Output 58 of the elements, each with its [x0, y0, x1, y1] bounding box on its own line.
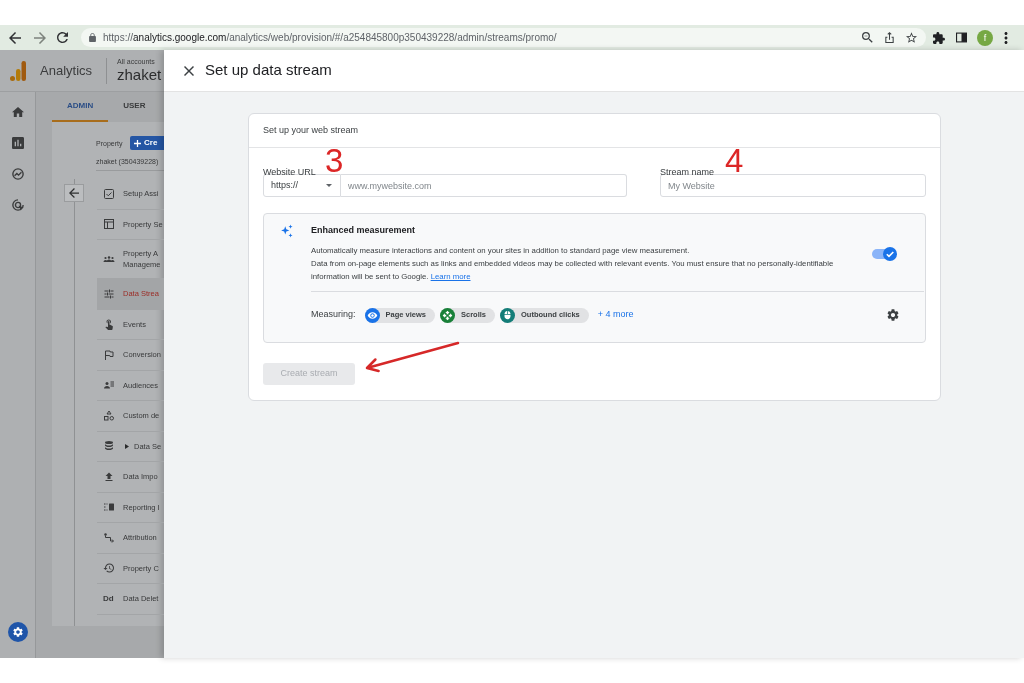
settings-icon[interactable]	[7, 622, 28, 642]
person-list-icon	[103, 379, 115, 392]
sliders-icon	[103, 287, 115, 300]
reload-icon[interactable]	[57, 32, 68, 43]
caret-right-icon[interactable]	[125, 443, 129, 449]
drawer-title: Set up data stream	[205, 60, 332, 81]
field-label: Stream name	[660, 167, 715, 177]
layout-icon	[103, 218, 115, 231]
product-name: Analytics	[40, 61, 93, 80]
check-icon	[883, 247, 897, 261]
lock-icon	[89, 33, 96, 42]
back-arrow-icon	[69, 188, 79, 198]
close-icon[interactable]	[184, 65, 194, 76]
bar-chart-icon[interactable]	[11, 137, 24, 149]
toggle-switch[interactable]	[872, 247, 897, 261]
history-icon	[103, 562, 115, 575]
route-icon	[103, 531, 115, 544]
database-icon	[103, 440, 115, 453]
flag-icon	[103, 348, 115, 361]
menu-icon[interactable]	[1004, 31, 1008, 44]
back-button[interactable]	[64, 184, 84, 202]
tab[interactable]: USER	[108, 92, 161, 122]
dashed-badge-icon	[103, 501, 115, 514]
card-heading: Set up your web stream	[263, 123, 359, 137]
field-label: Website URL	[263, 167, 316, 177]
url-text: https://analytics.google.com/analytics/web/provision/#/a254845800p350439228/admin/streams/promo/	[103, 31, 557, 44]
share-icon[interactable]	[884, 32, 895, 43]
settings-icon[interactable]	[887, 309, 899, 321]
create-property-button[interactable]: Cre	[130, 136, 164, 150]
back-icon[interactable]	[9, 31, 21, 44]
forward-icon[interactable]	[34, 31, 46, 44]
plus-icon	[134, 139, 141, 147]
stream-name-field[interactable]: My Website	[660, 174, 926, 197]
trend-circle-icon[interactable]	[11, 168, 24, 180]
star-icon[interactable]	[906, 32, 917, 43]
text-icon: Dd	[103, 593, 115, 605]
address-bar[interactable]: https://analytics.google.com/analytics/web/provision/#/a254845800p350439228/admin/streams/promo/	[81, 28, 926, 47]
url-field[interactable]: www.mywebsite.com	[341, 174, 627, 197]
logo-icon	[10, 60, 26, 81]
upload-icon	[103, 470, 115, 483]
target-cursor-icon[interactable]	[11, 199, 24, 211]
home-icon[interactable]	[11, 106, 24, 118]
annotation-number: 4	[725, 144, 744, 177]
puzzle-icon[interactable]	[933, 31, 945, 44]
people-icon	[103, 253, 115, 265]
side-panel-icon[interactable]	[956, 32, 967, 43]
more-link[interactable]: + 4 more	[597, 308, 634, 322]
shapes-icon	[103, 409, 115, 422]
section-title: Enhanced measurement	[311, 224, 417, 236]
zoom-out-icon[interactable]	[862, 32, 873, 43]
caret-icon	[326, 184, 332, 187]
annotation-number: 3	[325, 144, 344, 177]
protocol-dropdown[interactable]: https://	[263, 174, 341, 197]
account-name[interactable]: zhaket	[117, 66, 162, 84]
sparkle-icon	[280, 224, 294, 238]
measuring-label: Measuring:	[311, 308, 356, 322]
checkbox-icon	[103, 187, 115, 200]
hand-pointer-icon	[103, 318, 115, 331]
